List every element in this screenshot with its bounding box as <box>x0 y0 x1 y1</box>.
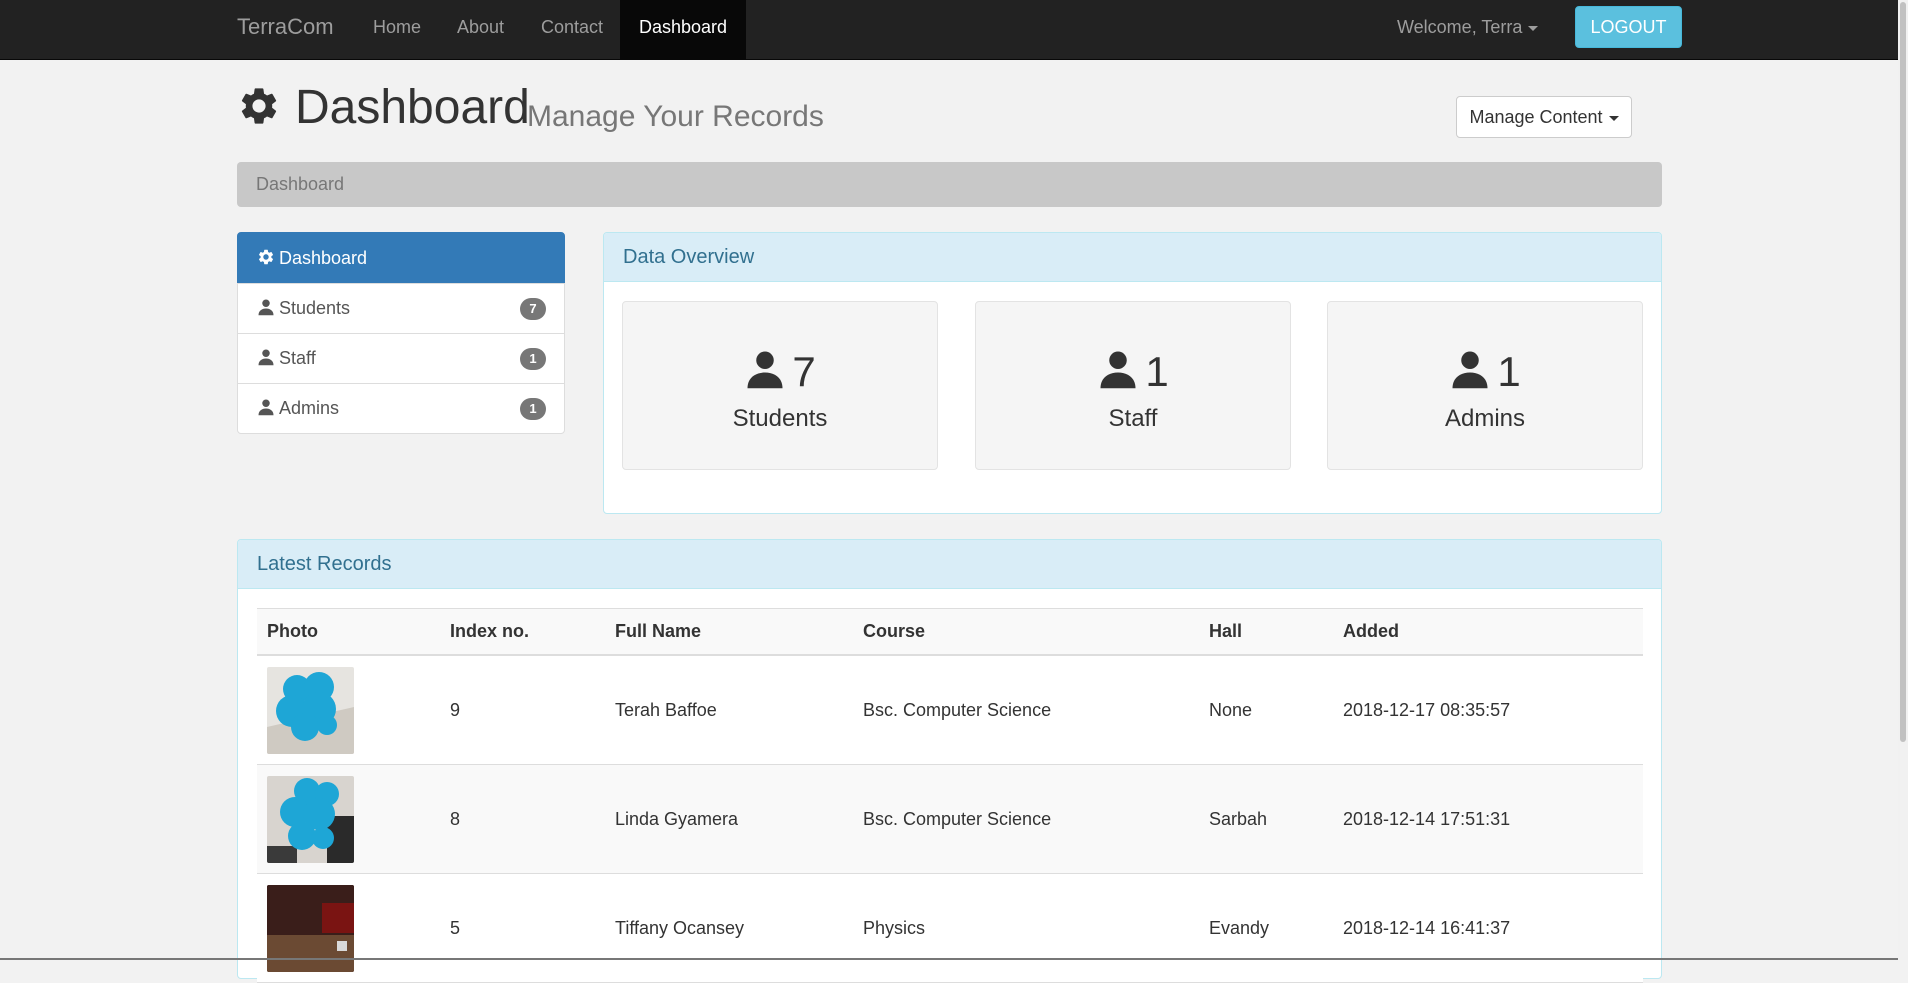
cell-hall: Sarbah <box>1199 764 1333 874</box>
overview-count: 1 <box>1145 348 1169 395</box>
user-icon <box>747 351 783 389</box>
logout-button[interactable]: LOGOUT <box>1575 6 1682 48</box>
manage-content-label: Manage Content <box>1469 107 1603 127</box>
brand-link[interactable]: TerraCom <box>237 14 334 40</box>
sidebar-item-label: Admins <box>279 398 340 418</box>
cell-index: 9 <box>440 655 605 765</box>
records-table: Photo Index no. Full Name Course Hall Ad… <box>257 608 1643 983</box>
count-badge: 1 <box>520 348 546 370</box>
column-header[interactable]: Added <box>1333 608 1643 656</box>
breadcrumb: Dashboard <box>237 162 1662 207</box>
overview-count: 1 <box>1497 348 1521 395</box>
nav-home[interactable]: Home <box>373 0 421 59</box>
overview-card-admins: 1 Admins <box>1327 301 1643 470</box>
nav-contact[interactable]: Contact <box>541 0 603 59</box>
cell-index: 5 <box>440 873 605 983</box>
sidebar-item-label: Staff <box>279 348 316 368</box>
cell-hall: None <box>1199 655 1333 765</box>
table-row[interactable]: 5 Tiffany Ocansey Physics Evandy 2018-12… <box>257 873 1643 983</box>
count-badge: 1 <box>520 398 546 420</box>
panel-title: Data Overview <box>604 233 1661 282</box>
cell-added: 2018-12-14 17:51:31 <box>1333 764 1643 874</box>
table-row[interactable]: 8 Linda Gyamera Bsc. Computer Science Sa… <box>257 764 1643 874</box>
overview-label: Staff <box>1108 405 1158 432</box>
panel-title: Latest Records <box>238 540 1661 589</box>
student-photo <box>267 666 354 754</box>
user-icon <box>1452 351 1488 389</box>
user-icon <box>258 349 274 366</box>
user-menu-dropdown[interactable]: Welcome, Terra <box>1397 0 1539 54</box>
overview-label: Admins <box>1444 405 1526 432</box>
scrollbar-thumb[interactable] <box>1900 2 1906 742</box>
table-row[interactable]: 9 Terah Baffoe Bsc. Computer Science Non… <box>257 655 1643 765</box>
nav-dashboard[interactable]: Dashboard <box>620 0 747 59</box>
data-overview-panel: Data Overview 7 Students 1 Staff 1 Admin… <box>603 232 1662 514</box>
cell-hall: Evandy <box>1199 873 1333 983</box>
caret-down-icon <box>1528 25 1539 31</box>
column-header[interactable]: Photo <box>257 608 440 656</box>
sidebar-item-label: Students <box>279 298 351 318</box>
cell-course: Bsc. Computer Science <box>853 655 1199 765</box>
cell-course: Physics <box>853 873 1199 983</box>
overview-count: 7 <box>792 348 816 395</box>
sidebar-item-students[interactable]: Students 7 <box>237 283 565 334</box>
welcome-text: Welcome, Terra <box>1397 17 1523 37</box>
sidebar-item-label: Dashboard <box>279 248 368 268</box>
count-badge: 7 <box>520 298 546 320</box>
cell-course: Bsc. Computer Science <box>853 764 1199 874</box>
column-header[interactable]: Course <box>853 608 1199 656</box>
cell-index: 8 <box>440 764 605 874</box>
manage-content-button[interactable]: Manage Content <box>1456 96 1632 138</box>
cell-added: 2018-12-14 16:41:37 <box>1333 873 1643 983</box>
gear-icon <box>241 88 277 124</box>
sidebar-item-staff[interactable]: Staff 1 <box>237 333 565 384</box>
student-photo <box>267 775 354 863</box>
top-navbar: TerraCom Home About Contact Dashboard We… <box>0 0 1898 60</box>
overview-card-staff: 1 Staff <box>975 301 1291 470</box>
table-header-row: Photo Index no. Full Name Course Hall Ad… <box>257 608 1643 656</box>
user-icon <box>258 299 274 316</box>
user-icon <box>258 399 274 416</box>
column-header[interactable]: Index no. <box>440 608 605 656</box>
page-title: Dashboard <box>295 81 530 134</box>
latest-records-panel: Latest Records Photo Index no. Full Name… <box>237 539 1662 983</box>
user-icon <box>1100 351 1136 389</box>
sidebar-item-dashboard[interactable]: Dashboard <box>237 232 565 284</box>
column-header[interactable]: Full Name <box>605 608 853 656</box>
overview-label: Students <box>732 405 828 432</box>
caret-down-icon <box>1608 115 1619 121</box>
vertical-scrollbar[interactable] <box>1898 0 1908 960</box>
overview-card-students: 7 Students <box>622 301 938 470</box>
cell-name: Linda Gyamera <box>605 764 853 874</box>
page-subtitle: Manage Your Records <box>527 100 824 133</box>
sidebar-item-admins[interactable]: Admins 1 <box>237 383 565 434</box>
cell-name: Terah Baffoe <box>605 655 853 765</box>
cell-name: Tiffany Ocansey <box>605 873 853 983</box>
gear-icon <box>258 249 274 265</box>
nav-about[interactable]: About <box>457 0 504 59</box>
sidebar: Dashboard Students 7 Staff 1 Admins 1 <box>237 232 565 434</box>
column-header[interactable]: Hall <box>1199 608 1333 656</box>
cell-added: 2018-12-17 08:35:57 <box>1333 655 1643 765</box>
